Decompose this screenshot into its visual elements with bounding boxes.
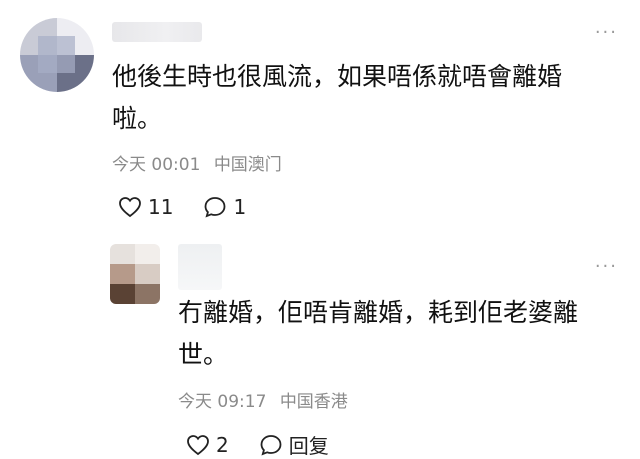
avatar[interactable] [110,244,160,304]
like-button[interactable]: 2 [186,433,229,457]
comment-text-line: 他後生時也很風流，如果唔係就唔會離婚 [112,62,563,91]
comment-meta: 今天 00:01 中国澳门 [112,150,290,175]
username[interactable] [178,244,222,290]
comment-text-line: 啦。 [112,104,163,133]
like-count: 11 [148,195,174,219]
like-button[interactable]: 11 [118,195,173,219]
heart-icon [187,434,209,455]
comment-actions: 11 1 [118,195,276,219]
avatar[interactable] [20,18,94,92]
comment-bubble-icon [205,197,226,218]
comment-meta: 今天 09:17 中国香港 [178,387,356,412]
comment-text: 他後生時也很風流，如果唔係就唔會離婚 啦。 [112,56,612,140]
comment-item: ··· 冇離婚，佢唔肯離婚，耗到佢老婆離 世。 今天 09:17 中国香港 2 … [0,232,640,459]
reply-count: 1 [233,195,247,219]
comment-text-line: 冇離婚，佢唔肯離婚，耗到佢老婆離 [178,298,579,327]
reply-button[interactable]: 回复 [259,430,329,459]
comment-text: 冇離婚，佢唔肯離婚，耗到佢老婆離 世。 [178,292,618,376]
like-count: 2 [216,432,229,457]
reply-label: 回复 [288,434,329,458]
timestamp: 今天 09:17 [178,392,267,412]
more-options-icon[interactable]: ··· [595,256,618,277]
reply-button[interactable]: 1 [203,195,246,219]
comment-item: ··· 他後生時也很風流，如果唔係就唔會離婚 啦。 今天 00:01 中国澳门 … [0,0,640,232]
comment-bubble-icon [260,434,282,455]
comment-text-line: 世。 [178,340,229,369]
heart-icon [119,197,141,218]
timestamp: 今天 00:01 [112,155,201,175]
more-options-icon[interactable]: ··· [595,22,618,43]
username[interactable] [112,22,202,42]
location: 中国澳门 [213,155,282,175]
comment-actions: 2 回复 [186,430,359,459]
location: 中国香港 [279,392,348,412]
